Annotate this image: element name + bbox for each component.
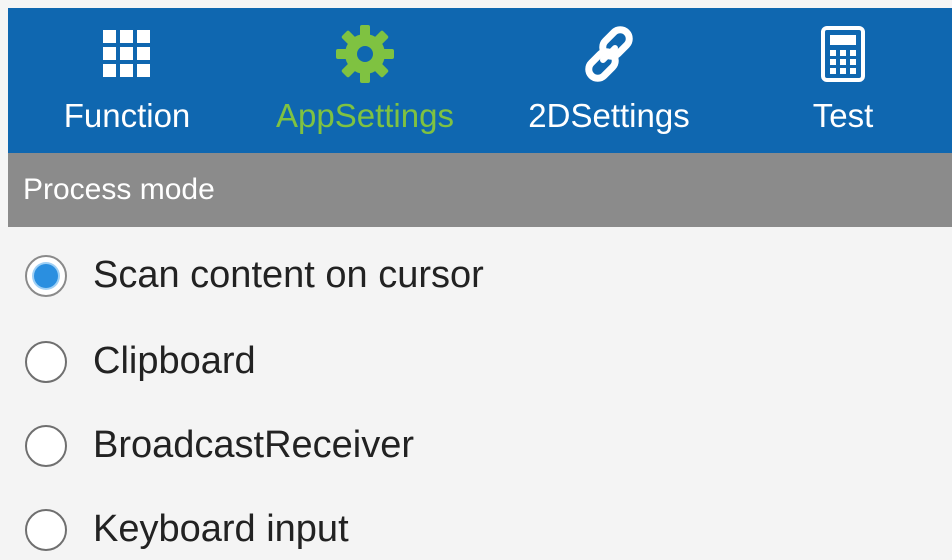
radio-button-selected[interactable] (25, 255, 67, 297)
section-header: Process mode (8, 153, 952, 227)
tab-appsettings-label: AppSettings (276, 97, 454, 134)
tab-2dsettings[interactable]: 2DSettings (484, 8, 734, 153)
tab-test-label: Test (812, 97, 874, 134)
process-mode-options: Scan content on cursor Clipboard Broadca… (0, 227, 952, 560)
option-clipboard[interactable]: Clipboard (0, 317, 952, 401)
tab-2dsettings-label: 2DSettings (528, 97, 690, 134)
section-title: Process mode (23, 173, 215, 206)
radio-button[interactable] (25, 425, 67, 467)
tab-function[interactable]: Function (8, 8, 246, 153)
tab-appsettings[interactable]: AppSettings (246, 8, 484, 153)
calculator-icon (821, 26, 865, 82)
tab-function-label: Function (63, 97, 191, 134)
option-scan-content-on-cursor[interactable]: Scan content on cursor (0, 231, 952, 315)
option-keyboard-input[interactable]: Keyboard input (0, 485, 952, 560)
option-label: Scan content on cursor (93, 254, 484, 296)
option-broadcastreceiver[interactable]: BroadcastReceiver (0, 401, 952, 485)
link-icon (585, 26, 633, 82)
top-tab-bar: Function AppSettings 2DSettings Test (8, 8, 952, 153)
option-label: Keyboard input (93, 508, 349, 550)
grid-icon (103, 30, 150, 77)
option-label: Clipboard (93, 340, 256, 382)
radio-button[interactable] (25, 341, 67, 383)
radio-button[interactable] (25, 509, 67, 551)
app-screen: Function AppSettings 2DSettings Test Pro… (0, 0, 952, 560)
gear-icon (336, 25, 394, 83)
option-label: BroadcastReceiver (93, 424, 415, 466)
tab-test[interactable]: Test (734, 8, 952, 153)
